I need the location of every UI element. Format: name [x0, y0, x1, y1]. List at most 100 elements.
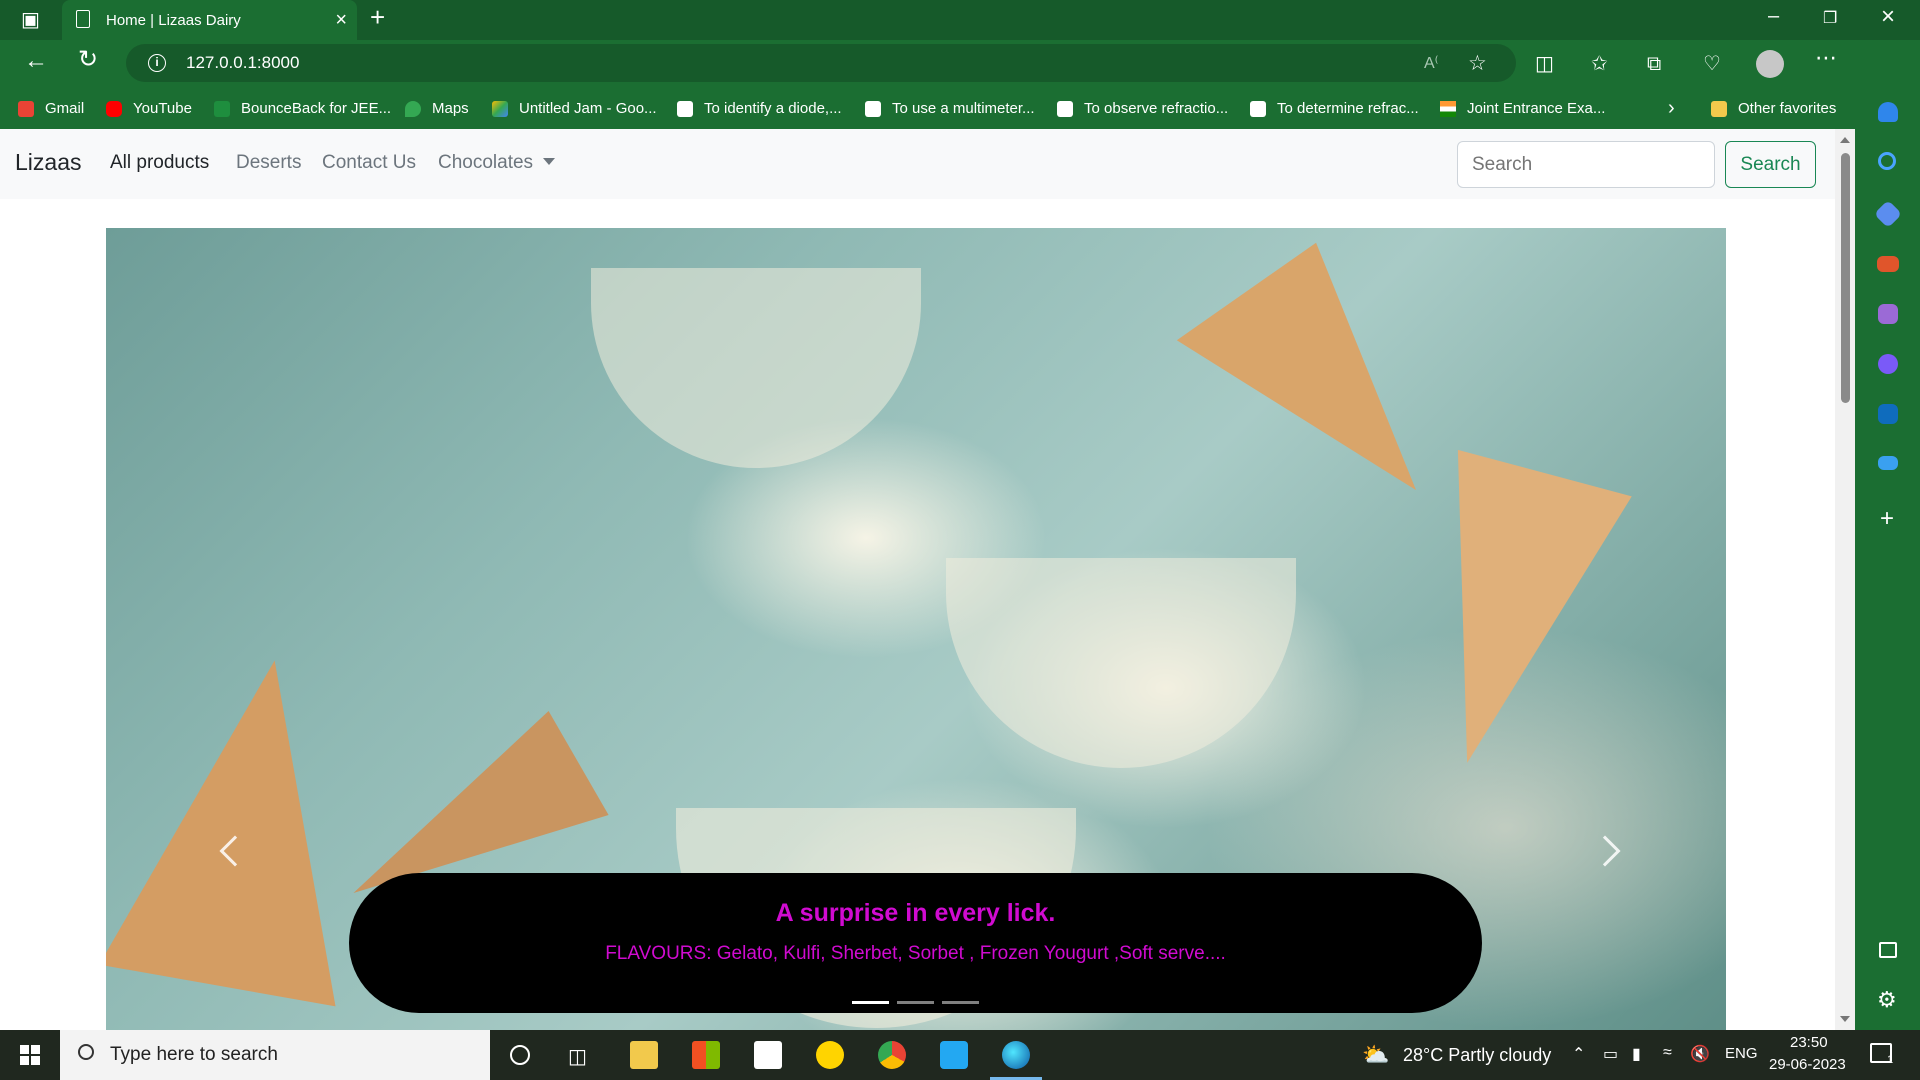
edge-sidebar: + ⚙	[1855, 40, 1920, 1030]
show-hidden-icons[interactable]: ⌃	[1572, 1044, 1585, 1064]
address-toolbar: ← ↻ i 127.0.0.1:8000 A⁽ ☆ ◫ ✩ ⧉ ♡ ⋯ b	[0, 40, 1920, 88]
page-icon	[76, 10, 90, 28]
caption-title: A surprise in every lick.	[775, 899, 1056, 927]
favorites-icon[interactable]: ✩	[1591, 54, 1608, 74]
weather-text[interactable]: 28°C Partly cloudy	[1403, 1045, 1551, 1066]
site-info-icon[interactable]: i	[148, 54, 166, 72]
health-icon[interactable]: ♡	[1703, 54, 1721, 74]
games-icon[interactable]	[1878, 304, 1898, 324]
close-tab-icon[interactable]: ×	[335, 9, 347, 32]
glass-bowl-image	[591, 268, 921, 468]
chrome-icon[interactable]	[878, 1041, 906, 1069]
search-input[interactable]	[1457, 141, 1715, 188]
other-favorites[interactable]: Other favorites	[1711, 88, 1836, 129]
device-icon[interactable]: ▭	[1603, 1044, 1618, 1064]
bookmark-bounceback[interactable]: BounceBack for JEE...	[214, 88, 391, 129]
more-options-icon[interactable]: ⋯	[1815, 47, 1837, 69]
site-favicon	[865, 100, 881, 117]
bookmark-diode[interactable]: To identify a diode,...	[677, 88, 842, 129]
new-tab-icon[interactable]: +	[370, 4, 385, 30]
url-text: 127.0.0.1:8000	[186, 53, 300, 72]
language-indicator[interactable]: ENG	[1725, 1045, 1758, 1062]
vscode-icon[interactable]	[940, 1041, 968, 1069]
address-bar[interactable]: i 127.0.0.1:8000 A⁽ ☆	[126, 44, 1516, 82]
bookmark-gmail[interactable]: Gmail	[18, 88, 84, 129]
edge-icon[interactable]	[1002, 1041, 1030, 1069]
nav-chocolates-dropdown[interactable]: Chocolates	[438, 152, 556, 174]
more-bookmarks-chevron-icon[interactable]: ›	[1668, 88, 1675, 129]
drop-icon[interactable]	[1878, 456, 1898, 470]
collections-icon[interactable]: ⧉	[1647, 54, 1661, 74]
add-sidebar-app-icon[interactable]: +	[1880, 505, 1894, 533]
nav-deserts[interactable]: Deserts	[236, 152, 301, 174]
bookmark-refractive-index[interactable]: To determine refrac...	[1250, 88, 1419, 129]
shopping-tag-icon[interactable]	[1873, 199, 1903, 229]
browser-tab[interactable]: Home | Lizaas Dairy ×	[62, 0, 357, 40]
gmail-icon	[18, 100, 34, 117]
mail-icon[interactable]	[754, 1041, 782, 1069]
scroll-up-arrow-icon[interactable]	[1840, 137, 1850, 143]
bookmark-jee[interactable]: Joint Entrance Exa...	[1440, 88, 1605, 129]
page-scrollbar[interactable]	[1835, 129, 1855, 1030]
clock-time[interactable]: 23:50	[1790, 1034, 1828, 1051]
outlook-icon[interactable]	[1878, 404, 1898, 424]
site-favicon	[1057, 100, 1073, 117]
battery-icon[interactable]: ▮	[1632, 1044, 1641, 1064]
scroll-down-arrow-icon[interactable]	[1840, 1016, 1850, 1022]
search-icon[interactable]	[1878, 152, 1896, 170]
bookmark-maps[interactable]: Maps	[405, 88, 469, 129]
windows-start-icon[interactable]	[20, 1045, 40, 1065]
glass-bowl-image	[946, 558, 1296, 768]
search-button[interactable]: Search	[1725, 141, 1816, 188]
windows-taskbar: Type here to search ◫ ⛅ 28°C Partly clou…	[0, 1030, 1920, 1080]
carousel-next-icon[interactable]	[1589, 835, 1621, 867]
scrollbar-thumb[interactable]	[1841, 153, 1850, 403]
notification-bell-icon[interactable]	[1878, 102, 1898, 122]
india-flag-icon	[1440, 100, 1456, 117]
bookmark-youtube[interactable]: YouTube	[106, 88, 192, 129]
settings-gear-icon[interactable]: ⚙	[1877, 987, 1897, 1013]
read-aloud-icon[interactable]: A⁽	[1424, 53, 1439, 73]
minimize-icon[interactable]: –	[1768, 6, 1779, 26]
microsoft-store-icon[interactable]	[692, 1041, 720, 1069]
bookmark-jam[interactable]: Untitled Jam - Goo...	[492, 88, 657, 129]
weather-icon[interactable]: ⛅	[1362, 1042, 1389, 1068]
wifi-icon[interactable]: ≈	[1663, 1044, 1672, 1062]
favorites-bar: Gmail YouTube BounceBack for JEE... Maps…	[0, 88, 1855, 129]
tab-actions-icon[interactable]: ▣	[21, 10, 40, 30]
favorite-star-icon[interactable]: ☆	[1468, 51, 1487, 76]
carousel-caption: A surprise in every lick. FLAVOURS: Gela…	[349, 873, 1482, 1013]
nav-all-products[interactable]: All products	[110, 152, 209, 174]
norton-icon[interactable]	[816, 1041, 844, 1069]
clock-date[interactable]: 29-06-2023	[1769, 1056, 1846, 1073]
back-icon[interactable]: ←	[24, 49, 48, 73]
close-window-icon[interactable]: ×	[1881, 5, 1895, 29]
browser-title-bar: ▣ Home | Lizaas Dairy × + – ❐ ×	[0, 0, 1920, 40]
hide-sidebar-icon[interactable]	[1879, 942, 1897, 958]
dropdown-caret-icon	[543, 158, 556, 165]
carousel-indicator-2[interactable]	[897, 1001, 934, 1004]
youtube-icon	[106, 100, 122, 117]
carousel-indicator-3[interactable]	[942, 1001, 979, 1004]
waffle-cone-image	[1176, 242, 1466, 554]
cortana-icon[interactable]	[510, 1045, 530, 1065]
split-screen-icon[interactable]: ◫	[1535, 54, 1554, 74]
bookmark-multimeter[interactable]: To use a multimeter...	[865, 88, 1035, 129]
volume-muted-icon[interactable]: 🔇	[1690, 1044, 1710, 1064]
file-explorer-icon[interactable]	[630, 1041, 658, 1069]
restore-icon[interactable]: ❐	[1823, 9, 1837, 29]
brand-logo[interactable]: Lizaas	[15, 149, 81, 176]
carousel-indicator-1[interactable]	[852, 1001, 889, 1004]
task-view-icon[interactable]: ◫	[568, 1044, 587, 1069]
taskbar-search-box[interactable]: Type here to search	[60, 1030, 490, 1080]
microsoft365-icon[interactable]	[1878, 354, 1898, 374]
refresh-icon[interactable]: ↻	[78, 48, 98, 72]
folder-icon	[1711, 100, 1727, 117]
bookmark-refraction[interactable]: To observe refractio...	[1057, 88, 1228, 129]
tools-icon[interactable]	[1877, 256, 1899, 272]
taskbar-search-placeholder: Type here to search	[110, 1044, 278, 1065]
nav-contact-us[interactable]: Contact Us	[322, 152, 416, 174]
tab-title: Home | Lizaas Dairy	[106, 11, 241, 29]
search-icon	[78, 1044, 94, 1060]
profile-avatar[interactable]	[1756, 50, 1784, 78]
